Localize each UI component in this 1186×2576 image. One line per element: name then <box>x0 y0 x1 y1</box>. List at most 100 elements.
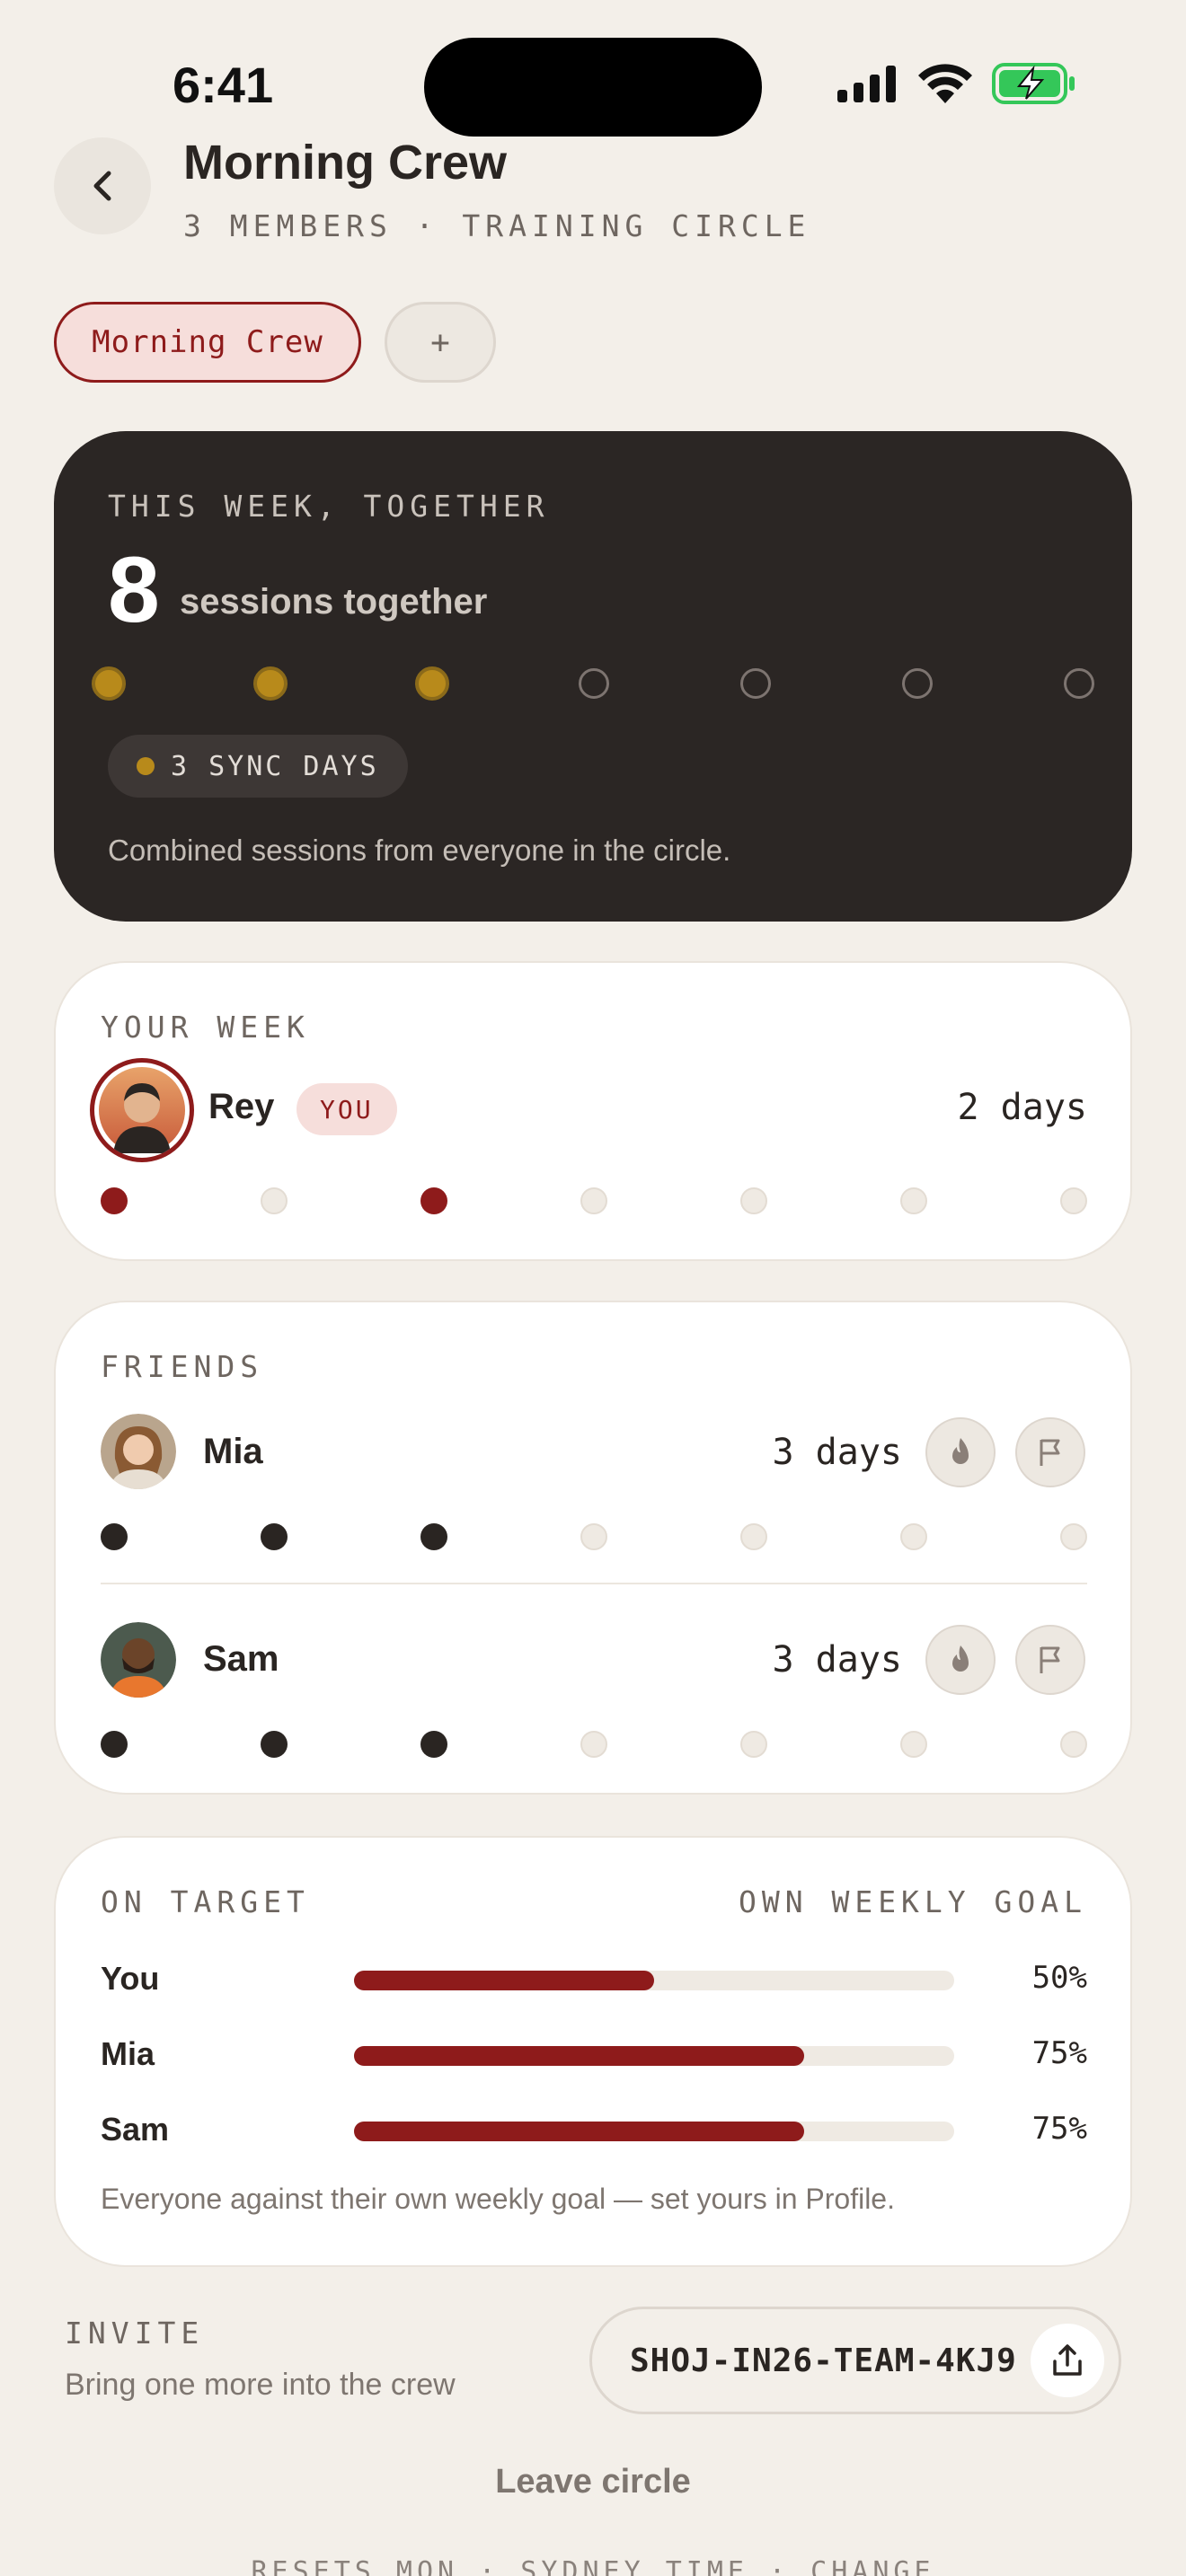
friends-card: FRIENDS Mia 3 days Sam 3 days <box>54 1301 1132 1795</box>
day-dot-1-active <box>101 1187 128 1214</box>
day-dot-1-active <box>101 1731 128 1758</box>
day-dot-7-inactive <box>1060 1523 1087 1550</box>
together-label: THIS WEEK, TOGETHER <box>108 489 550 524</box>
day-dot-2-active <box>261 1523 288 1550</box>
day-dot-7-inactive <box>1060 1731 1087 1758</box>
day-dot-3-active <box>420 1187 447 1214</box>
your-week-dots <box>101 1187 1087 1214</box>
day-dot-5-inactive <box>740 1187 767 1214</box>
progress-fill <box>354 2122 804 2141</box>
progress-track <box>354 2122 954 2141</box>
avatar <box>101 1414 176 1489</box>
sessions-count: 8 <box>108 538 160 642</box>
invite-code: SHOJ-IN26-TEAM-4KJ9 <box>630 2342 1017 2379</box>
day-dot-3-active <box>420 1523 447 1550</box>
day-dot-4-inactive <box>580 1731 607 1758</box>
day-dot-6-inactive <box>900 1523 927 1550</box>
sessions-label: sessions together <box>180 582 488 622</box>
member-name: Sam <box>203 1639 279 1679</box>
day-dot-7-inactive <box>1060 1187 1087 1214</box>
together-card: THIS WEEK, TOGETHER 8 sessions together … <box>54 431 1132 922</box>
cheer-button[interactable] <box>925 1417 996 1487</box>
member-name: Mia <box>203 1432 263 1471</box>
dynamic-island <box>424 38 762 137</box>
avatar-mia <box>101 1414 176 1489</box>
together-day-dot-4-inactive <box>579 668 609 699</box>
together-day-dot-2-active <box>253 666 288 701</box>
member-days: 3 days <box>772 1432 903 1473</box>
target-percent: 75% <box>1031 2111 1087 2147</box>
share-icon <box>1053 2344 1082 2376</box>
together-footnote: Combined sessions from everyone in the c… <box>108 834 731 867</box>
day-dot-2-active <box>261 1731 288 1758</box>
day-dot-5-inactive <box>740 1523 767 1550</box>
progress-fill <box>354 1971 654 1990</box>
day-dot-2-inactive <box>261 1187 288 1214</box>
sync-dot-icon <box>137 757 155 775</box>
avatar <box>90 1058 194 1162</box>
goal-label: OWN WEEKLY GOAL <box>738 1884 1087 1919</box>
back-button[interactable] <box>54 137 151 234</box>
your-week-label: YOUR WEEK <box>101 1010 310 1045</box>
add-circle-button[interactable]: + <box>385 302 496 383</box>
resets-note[interactable]: RESETS MON · SYDNEY TIME · CHANGE <box>0 2556 1186 2576</box>
leave-circle-button[interactable]: Leave circle <box>0 2463 1186 2501</box>
on-target-label: ON TARGET <box>101 1884 310 1919</box>
battery-icon <box>992 63 1075 104</box>
sync-days-badge: 3 SYNC DAYS <box>108 735 408 798</box>
target-percent: 50% <box>1031 1960 1087 1996</box>
target-name: Mia <box>101 2035 155 2072</box>
signal-icon <box>837 66 896 102</box>
target-footnote: Everyone against their own weekly goal —… <box>101 2183 895 2215</box>
avatar-rey <box>99 1067 185 1153</box>
friend-week-dots-mia <box>101 1523 1087 1550</box>
share-button[interactable] <box>1031 2324 1104 2397</box>
member-days: 2 days <box>957 1087 1088 1128</box>
together-day-dot-5-inactive <box>740 668 771 699</box>
together-day-dot-1-active <box>92 666 126 701</box>
friend-week-dots-sam <box>101 1731 1087 1758</box>
avatar-sam <box>101 1622 176 1698</box>
flag-icon <box>1040 1439 1060 1466</box>
target-name: You <box>101 1960 160 1997</box>
day-dot-6-inactive <box>900 1731 927 1758</box>
progress-track <box>354 1971 954 1990</box>
status-time: 6:41 <box>173 57 274 113</box>
your-week-card: YOUR WEEK Rey YOU 2 days <box>54 961 1132 1261</box>
friends-label: FRIENDS <box>101 1349 264 1384</box>
status-icons <box>837 63 1076 104</box>
nudge-button[interactable] <box>1015 1625 1085 1695</box>
chevron-left-icon <box>93 171 111 201</box>
invite-code-field[interactable]: SHOJ-IN26-TEAM-4KJ9 <box>589 2307 1121 2414</box>
you-badge: YOU <box>296 1083 397 1135</box>
day-dot-3-active <box>420 1731 447 1758</box>
target-name: Sam <box>101 2111 170 2148</box>
avatar <box>101 1622 176 1698</box>
page-title: Morning Crew <box>183 136 507 190</box>
together-week-dots <box>92 666 1096 701</box>
divider <box>101 1583 1087 1584</box>
target-percent: 75% <box>1031 2035 1087 2071</box>
flame-icon <box>952 1438 969 1464</box>
day-dot-4-inactive <box>580 1187 607 1214</box>
wifi-icon <box>918 64 972 103</box>
progress-fill <box>354 2046 804 2066</box>
flame-icon <box>952 1645 969 1672</box>
cheer-button[interactable] <box>925 1625 996 1695</box>
invite-subtitle: Bring one more into the crew <box>65 2368 456 2402</box>
member-days: 3 days <box>772 1639 903 1681</box>
circle-chip-morning-crew[interactable]: Morning Crew <box>54 302 361 383</box>
progress-track <box>354 2046 954 2066</box>
invite-label: INVITE <box>65 2316 205 2351</box>
day-dot-6-inactive <box>900 1187 927 1214</box>
on-target-card: ON TARGET OWN WEEKLY GOAL You 50% Mia 75… <box>54 1836 1132 2267</box>
together-day-dot-7-inactive <box>1064 668 1094 699</box>
flag-icon <box>1040 1646 1060 1673</box>
nudge-button[interactable] <box>1015 1417 1085 1487</box>
together-day-dot-6-inactive <box>902 668 933 699</box>
sync-days-label: 3 SYNC DAYS <box>171 750 379 782</box>
day-dot-4-inactive <box>580 1523 607 1550</box>
together-day-dot-3-active <box>415 666 449 701</box>
page-subtitle: 3 MEMBERS · TRAINING CIRCLE <box>183 208 811 243</box>
day-dot-1-active <box>101 1523 128 1550</box>
